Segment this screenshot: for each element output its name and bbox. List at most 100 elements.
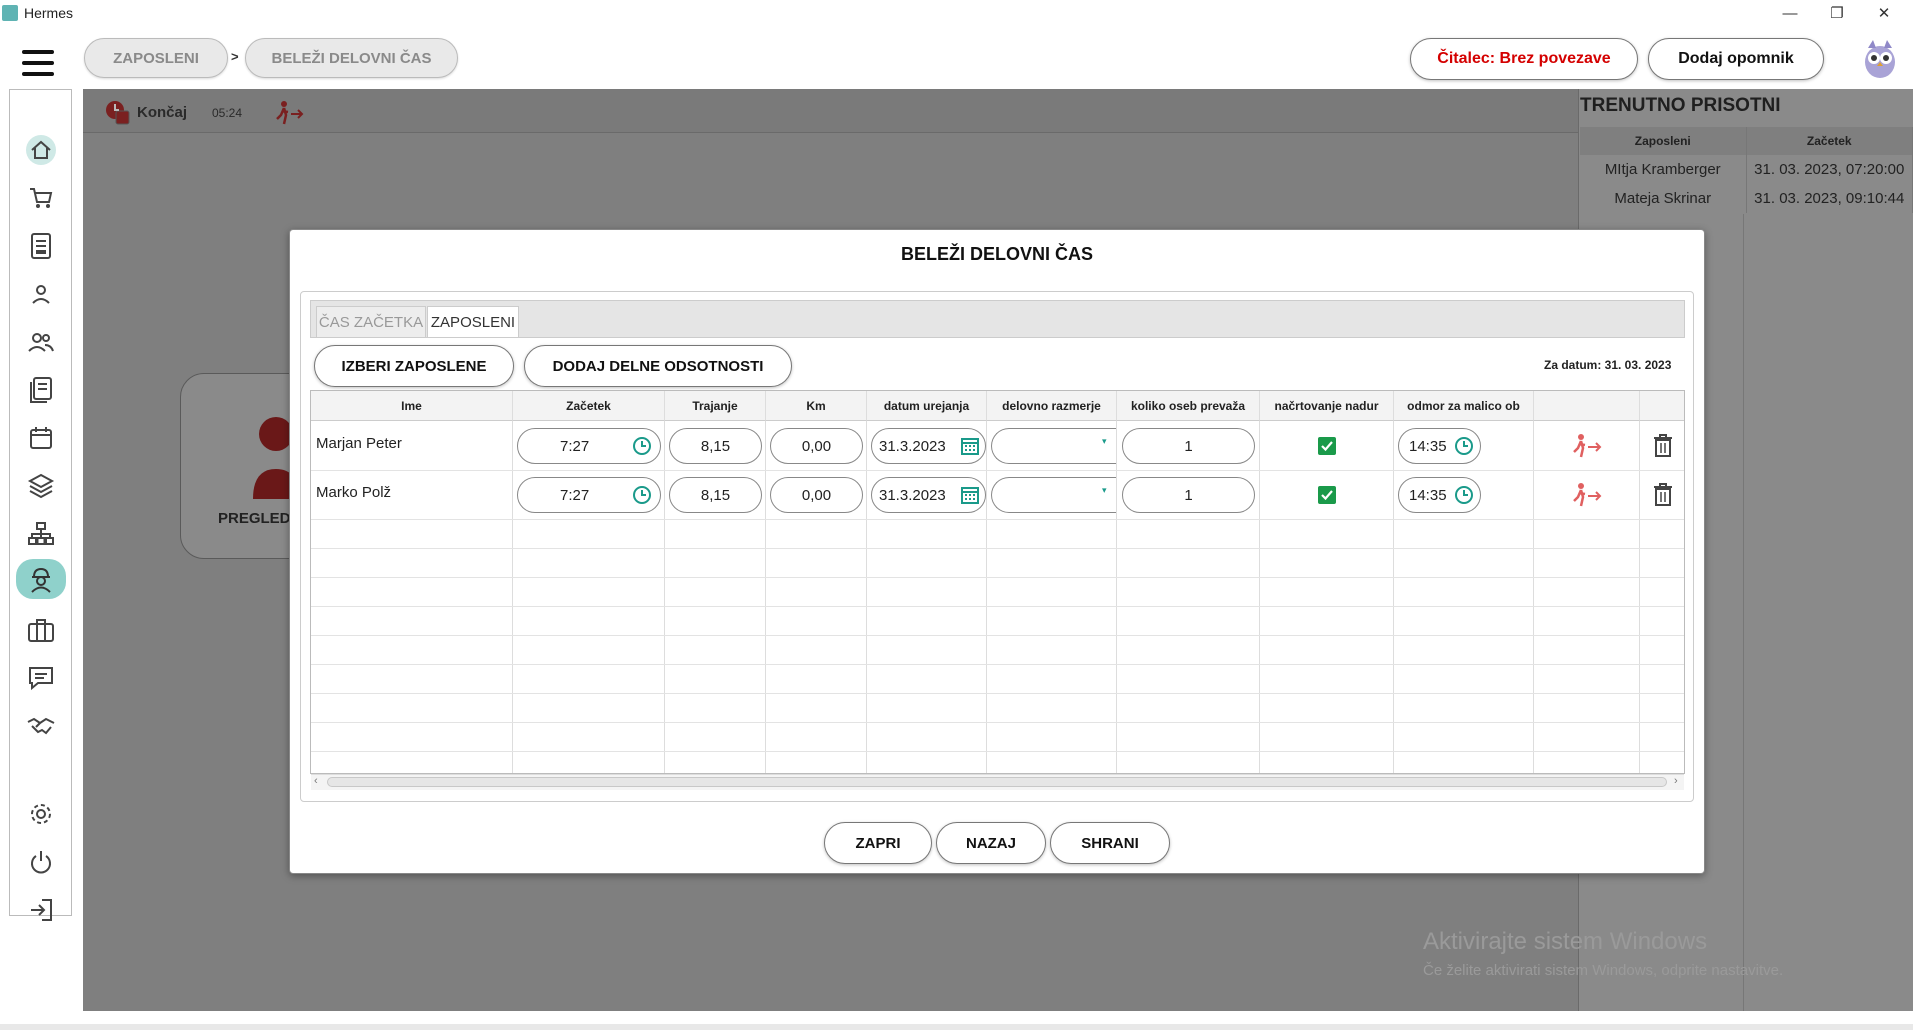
chevron-down-icon: ▾ [1102,485,1107,495]
col-duration[interactable]: Trajanje [665,391,766,421]
briefcase-icon[interactable] [24,613,58,647]
exit-person-icon[interactable] [1571,482,1603,508]
layers-icon[interactable] [24,469,58,503]
duration-field[interactable]: 8,15 [669,477,762,513]
dialog-title: BELEŽI DELOVNI ČAS [900,244,1093,264]
clock-icon[interactable] [1454,436,1474,456]
presence-col-start: Začetek [1746,127,1913,155]
chevron-down-icon: ▾ [1102,436,1107,446]
km-field[interactable]: 0,00 [770,477,863,513]
tab-start-time[interactable]: ČAS ZAČETKA [316,306,426,337]
stop-clock-icon[interactable] [104,99,130,125]
passengers-field[interactable]: 1 [1122,428,1255,464]
presence-employee: MItja Kramberger [1580,155,1747,184]
back-button[interactable]: NAZAJ [936,822,1046,864]
close-window-button[interactable]: ✕ [1861,0,1907,26]
calendar-icon[interactable] [960,485,980,505]
col-edit-date[interactable]: datum urejanja [867,391,987,421]
presence-table: Zaposleni Začetek MItja Kramberger 31. 0… [1580,127,1913,213]
clock-icon[interactable] [632,485,652,505]
scrollbar-thumb[interactable] [327,777,1667,787]
col-passengers[interactable]: koliko oseb prevaža [1117,391,1260,421]
col-lunch[interactable]: odmor za malico ob [1394,391,1534,421]
lunch-time-value: 14:35 [1409,486,1447,504]
employees-grid: Ime Začetek Trajanje Km datum urejanja d… [310,390,1685,774]
employee-name: Marjan Peter [316,435,402,452]
worker-icon[interactable] [16,559,66,599]
reader-status-button[interactable]: Čitalec: Brez povezave [1410,38,1638,80]
edit-date-field[interactable]: 31.3.2023 [871,477,986,513]
activation-watermark-title: Aktivirajte sistem Windows [1423,928,1708,955]
table-row[interactable]: MItja Kramberger 31. 03. 2023, 07:20:00 [1580,155,1913,184]
lunch-time-field[interactable]: 14:35 [1398,428,1481,464]
sidebar [9,89,72,921]
power-icon[interactable] [24,845,58,879]
calendar-icon[interactable] [24,421,58,455]
gear-icon[interactable] [24,797,58,831]
home-icon[interactable] [24,133,58,167]
start-time-field[interactable]: 7:27 [517,428,661,464]
menu-icon[interactable] [22,50,54,76]
scroll-left-icon[interactable]: ‹ [314,775,318,787]
presence-start: 31. 03. 2023, 09:10:44 [1746,184,1913,213]
trash-icon[interactable] [1653,434,1673,458]
col-overtime[interactable]: načrtovanje nadur [1260,391,1394,421]
col-start[interactable]: Začetek [513,391,665,421]
duration-field[interactable]: 8,15 [669,428,762,464]
timer-toolbar [83,89,1580,133]
table-row[interactable]: Mateja Skrinar 31. 03. 2023, 09:10:44 [1580,184,1913,213]
add-absences-button[interactable]: DODAJ DELNE ODSOTNOSTI [524,345,792,387]
logout-icon[interactable] [24,893,58,927]
add-reminder-button[interactable]: Dodaj opomnik [1648,38,1824,80]
presence-start: 31. 03. 2023, 07:20:00 [1746,155,1913,184]
col-employment[interactable]: delovno razmerje [987,391,1117,421]
employment-select[interactable]: ▾ [991,428,1116,464]
person-icon[interactable] [24,277,58,311]
handshake-icon[interactable] [24,709,58,743]
hierarchy-icon[interactable] [24,517,58,551]
owl-avatar-icon[interactable] [1860,36,1900,80]
employment-select[interactable]: ▾ [991,477,1116,513]
presence-employee: Mateja Skrinar [1580,184,1747,213]
clock-icon[interactable] [632,436,652,456]
lunch-time-value: 14:35 [1409,437,1447,455]
col-km[interactable]: Km [766,391,867,421]
presence-col-employee: Zaposleni [1580,127,1747,155]
tab-employees[interactable]: ZAPOSLENI [427,306,519,337]
people-icon[interactable] [24,325,58,359]
exit-person-icon[interactable] [1571,433,1603,459]
end-label[interactable]: Končaj [137,104,187,121]
chat-icon[interactable] [24,661,58,695]
exit-person-icon[interactable] [274,100,304,126]
edit-date-field[interactable]: 31.3.2023 [871,428,986,464]
scroll-right-icon[interactable]: › [1674,775,1678,787]
bottom-strip [0,1024,1913,1030]
col-name[interactable]: Ime [311,391,513,421]
km-field[interactable]: 0,00 [770,428,863,464]
start-time-field[interactable]: 7:27 [517,477,661,513]
list-icon[interactable] [24,373,58,407]
start-time-value: 7:27 [560,486,590,504]
cart-icon[interactable] [24,181,58,215]
trash-icon[interactable] [1653,483,1673,507]
save-button[interactable]: SHRANI [1050,822,1170,864]
close-button[interactable]: ZAPRI [824,822,932,864]
calendar-icon[interactable] [960,436,980,456]
overtime-checkbox[interactable] [1318,486,1336,504]
clock-icon[interactable] [1454,485,1474,505]
elapsed-time: 05:24 [212,106,243,120]
select-employees-button[interactable]: IZBERI ZAPOSLENE [314,345,514,387]
breadcrumb-current[interactable]: BELEŽI DELOVNI ČAS [245,38,458,78]
breadcrumb-zaposleni[interactable]: ZAPOSLENI [84,38,228,78]
document-icon[interactable] [24,229,58,263]
edit-date-value: 31.3.2023 [879,437,946,455]
breadcrumb-separator: > [231,49,239,64]
overview-label: PREGLED [218,510,291,527]
overtime-checkbox[interactable] [1318,437,1336,455]
passengers-field[interactable]: 1 [1122,477,1255,513]
restore-button[interactable]: ❐ [1814,0,1860,26]
lunch-time-field[interactable]: 14:35 [1398,477,1481,513]
for-date-label: Za datum: 31. 03. 2023 [1544,358,1672,372]
minimize-button[interactable]: — [1767,0,1813,26]
title-bar [0,0,1913,26]
